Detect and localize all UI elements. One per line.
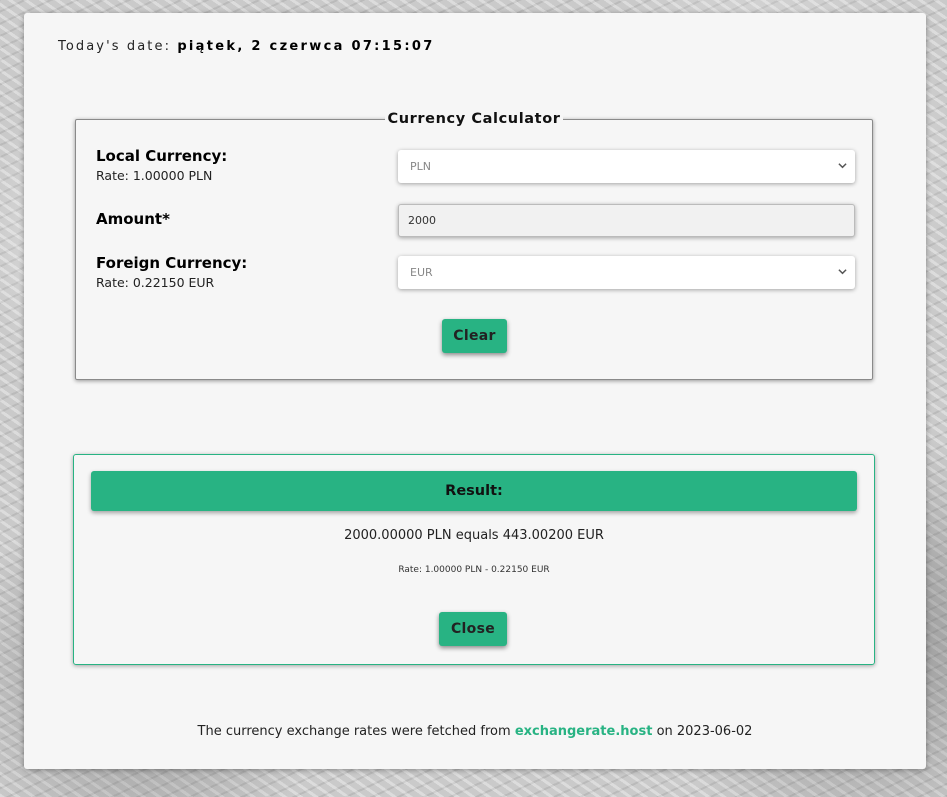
close-button[interactable]: Close — [439, 612, 507, 646]
amount-label: Amount* — [96, 210, 170, 228]
source-link[interactable]: exchangerate.host — [515, 724, 653, 739]
local-currency-rate: Rate: 1.00000 PLN — [96, 168, 213, 183]
foreign-currency-select[interactable]: EUR — [398, 256, 855, 289]
amount-label-group: Amount* — [96, 210, 170, 228]
result-panel: Result: 2000.00000 PLN equals 443.00200 … — [73, 454, 875, 665]
foreign-currency-selected: EUR — [410, 266, 433, 279]
footer-suffix: on 2023-06-02 — [656, 724, 753, 739]
main-card: Today's date: piątek, 2 czerwca 07:15:07… — [24, 13, 926, 769]
chevron-down-icon — [838, 163, 847, 169]
date-display: Today's date: piątek, 2 czerwca 07:15:07 — [58, 39, 435, 54]
footer-prefix: The currency exchange rates were fetched… — [197, 724, 511, 739]
local-currency-selected: PLN — [410, 160, 431, 173]
footer-note: The currency exchange rates were fetched… — [24, 724, 926, 739]
currency-calculator: Currency Calculator Local Currency: Rate… — [75, 111, 873, 380]
local-currency-label: Local Currency: — [96, 147, 228, 165]
amount-input[interactable]: 2000 — [398, 204, 855, 237]
result-text: 2000.00000 PLN equals 443.00200 EUR — [344, 528, 604, 543]
calculator-title: Currency Calculator — [385, 111, 563, 127]
result-title: Result: — [91, 471, 857, 511]
foreign-currency-label-group: Foreign Currency: Rate: 0.22150 EUR — [96, 254, 247, 290]
local-currency-select[interactable]: PLN — [398, 150, 855, 183]
foreign-currency-rate: Rate: 0.22150 EUR — [96, 275, 215, 290]
date-label: Today's date: — [58, 39, 172, 54]
amount-value: 2000 — [408, 214, 436, 227]
date-value: piątek, 2 czerwca 07:15:07 — [177, 39, 435, 54]
local-currency-label-group: Local Currency: Rate: 1.00000 PLN — [96, 147, 227, 183]
result-rate: Rate: 1.00000 PLN - 0.22150 EUR — [398, 565, 550, 575]
chevron-down-icon — [838, 269, 847, 275]
foreign-currency-label: Foreign Currency: — [96, 254, 248, 272]
clear-button[interactable]: Clear — [442, 319, 507, 353]
